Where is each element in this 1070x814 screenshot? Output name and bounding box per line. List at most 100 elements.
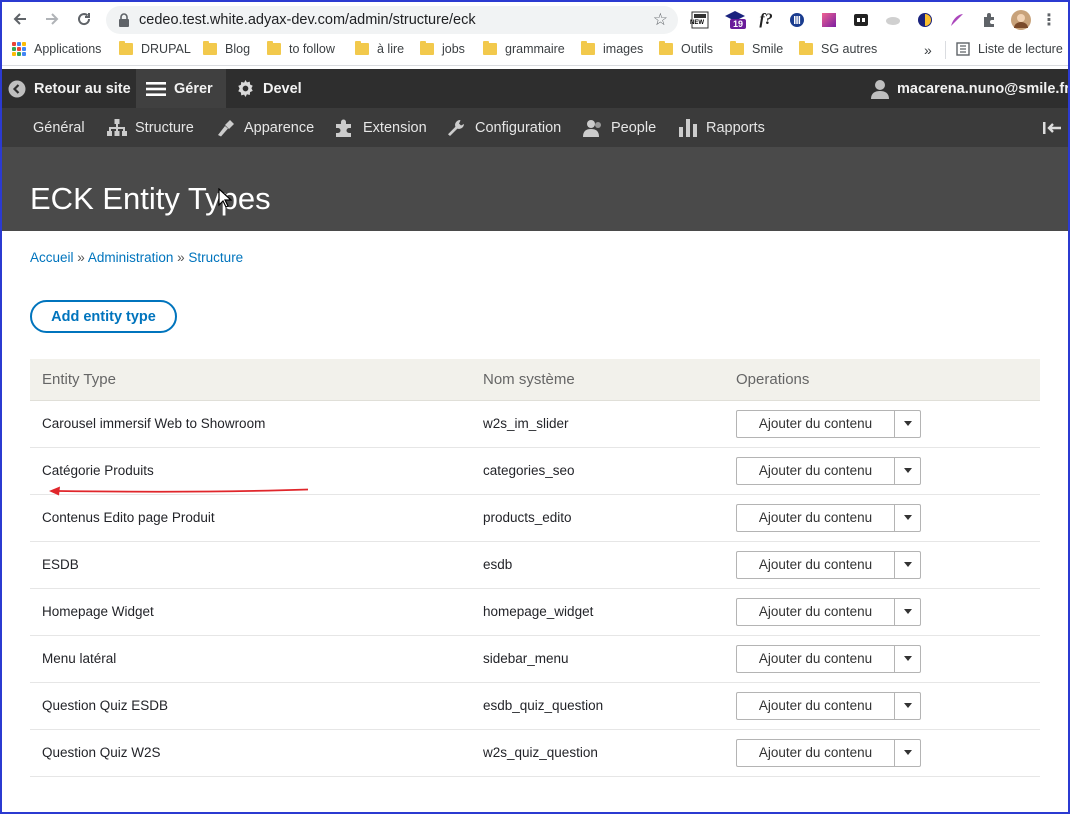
user-account-tab[interactable]: macarena.nuno@smile.fr bbox=[871, 69, 1070, 108]
machine-name: w2s_im_slider bbox=[471, 400, 724, 448]
add-entity-type-button[interactable]: Add entity type bbox=[30, 300, 177, 333]
user-label: macarena.nuno@smile.fr bbox=[897, 80, 1070, 97]
tray-item-reports[interactable]: Rapports bbox=[678, 108, 765, 147]
operations-toggle-button[interactable] bbox=[895, 552, 920, 578]
graduation-cap-icon[interactable]: 19 bbox=[722, 10, 748, 30]
breadcrumb-separator: » bbox=[177, 250, 185, 265]
caret-down-icon bbox=[903, 421, 912, 426]
operations-toggle-button[interactable] bbox=[895, 458, 920, 484]
admin-toolbar: Retour au site Gérer Devel macarena.nuno… bbox=[2, 69, 1070, 108]
wrench-icon bbox=[447, 119, 467, 137]
caret-down-icon bbox=[903, 468, 912, 473]
cloud-extension-icon[interactable] bbox=[884, 10, 902, 30]
folder-icon bbox=[799, 41, 813, 55]
bookmark-images[interactable]: images bbox=[581, 41, 643, 56]
tray-item-extension[interactable]: Extension bbox=[335, 108, 427, 147]
circle-extension-icon[interactable] bbox=[788, 10, 806, 30]
bookmark-to-follow[interactable]: to follow bbox=[267, 41, 335, 56]
bookmark-applications[interactable]: Applications bbox=[12, 42, 101, 56]
feather-extension-icon[interactable] bbox=[948, 10, 966, 30]
bookmark-smile[interactable]: Smile bbox=[730, 41, 784, 56]
folder-icon bbox=[355, 41, 369, 55]
manage-tab[interactable]: Gérer bbox=[136, 69, 226, 108]
collapse-tray-button[interactable] bbox=[1042, 108, 1062, 147]
tray-item-structure[interactable]: Structure bbox=[107, 108, 194, 147]
devel-tab[interactable]: Devel bbox=[236, 69, 302, 108]
tray-item-configuration[interactable]: Configuration bbox=[447, 108, 561, 147]
back-arrow-icon[interactable] bbox=[6, 5, 34, 33]
operations-toggle-button[interactable] bbox=[895, 411, 920, 437]
operations-toggle-button[interactable] bbox=[895, 646, 920, 672]
bookmark-a-lire[interactable]: à lire bbox=[355, 41, 404, 56]
bookmark-star-icon[interactable]: ☆ bbox=[653, 10, 668, 30]
breadcrumb-home[interactable]: Accueil bbox=[30, 250, 74, 265]
breadcrumb-separator: » bbox=[77, 250, 85, 265]
operations-toggle-button[interactable] bbox=[895, 740, 920, 766]
dashboard-extension-icon[interactable] bbox=[852, 10, 870, 30]
add-content-button[interactable]: Ajouter du contenu bbox=[737, 645, 895, 672]
tray-item-general[interactable]: Général bbox=[33, 108, 85, 147]
caret-down-icon bbox=[903, 609, 912, 614]
breadcrumb-administration[interactable]: Administration bbox=[88, 250, 174, 265]
bookmarks-overflow-button[interactable]: » bbox=[924, 42, 932, 58]
column-header-machine-name: Nom système bbox=[471, 359, 724, 401]
bookmark-grammaire[interactable]: grammaire bbox=[483, 41, 565, 56]
back-to-site-link[interactable]: Retour au site bbox=[8, 69, 131, 108]
shield-extension-icon[interactable] bbox=[916, 10, 934, 30]
address-bar[interactable]: cedeo.test.white.adyax-dev.com/admin/str… bbox=[106, 6, 678, 34]
browser-menu-icon[interactable]: ⋮ bbox=[1041, 10, 1057, 30]
entity-type-label: Carousel immersif Web to Showroom bbox=[30, 400, 471, 448]
puzzle-extensions-icon[interactable] bbox=[980, 10, 998, 30]
tray-item-appearance[interactable]: Apparence bbox=[216, 108, 314, 147]
bookmark-drupal[interactable]: DRUPAL bbox=[119, 41, 191, 56]
bookmark-outils[interactable]: Outils bbox=[659, 41, 713, 56]
reload-icon[interactable] bbox=[70, 5, 98, 33]
add-content-button[interactable]: Ajouter du contenu bbox=[737, 410, 895, 437]
bookmark-label: Smile bbox=[752, 42, 784, 56]
news-extension-icon[interactable]: NEW bbox=[690, 10, 710, 30]
machine-name: products_edito bbox=[471, 494, 724, 542]
browser-toolbar: cedeo.test.white.adyax-dev.com/admin/str… bbox=[2, 2, 1068, 36]
table-row: Carousel immersif Web to Showroom w2s_im_… bbox=[30, 400, 1040, 448]
collapse-arrow-icon bbox=[1042, 120, 1062, 136]
bookmark-jobs[interactable]: jobs bbox=[420, 41, 465, 56]
operations-cell: Ajouter du contenu bbox=[724, 400, 1040, 448]
folder-icon bbox=[420, 41, 434, 55]
forward-arrow-icon[interactable] bbox=[38, 5, 66, 33]
operations-toggle-button[interactable] bbox=[895, 505, 920, 531]
add-content-button[interactable]: Ajouter du contenu bbox=[737, 457, 895, 484]
font-finder-icon[interactable]: f? bbox=[756, 10, 776, 30]
overflow-label: » bbox=[924, 42, 932, 58]
add-content-button[interactable]: Ajouter du contenu bbox=[737, 739, 895, 766]
bookmark-sg-autres[interactable]: SG autres bbox=[799, 41, 877, 56]
bookmark-label: DRUPAL bbox=[141, 42, 191, 56]
caret-down-icon bbox=[903, 750, 912, 755]
tray-item-label: People bbox=[611, 119, 657, 136]
table-row: ESDB esdb Ajouter du contenu bbox=[30, 541, 1040, 589]
mouse-cursor-icon bbox=[218, 187, 233, 213]
operations-toggle-button[interactable] bbox=[895, 693, 920, 719]
tray-item-people[interactable]: People bbox=[583, 108, 656, 147]
breadcrumb-structure[interactable]: Structure bbox=[188, 250, 243, 265]
user-avatar-icon[interactable] bbox=[1010, 10, 1032, 30]
back-circle-icon bbox=[8, 80, 26, 98]
bookmark-blog[interactable]: Blog bbox=[203, 41, 250, 56]
tray-item-label: Apparence bbox=[244, 119, 315, 136]
operations-cell: Ajouter du contenu bbox=[724, 682, 1040, 730]
tray-item-label: Extension bbox=[363, 119, 427, 136]
caret-down-icon bbox=[903, 703, 912, 708]
add-content-button[interactable]: Ajouter du contenu bbox=[737, 692, 895, 719]
reading-list-button[interactable]: Liste de lecture bbox=[956, 42, 1063, 56]
add-content-button[interactable]: Ajouter du contenu bbox=[737, 598, 895, 625]
add-content-button[interactable]: Ajouter du contenu bbox=[737, 551, 895, 578]
add-content-button[interactable]: Ajouter du contenu bbox=[737, 504, 895, 531]
operations-dropbutton: Ajouter du contenu bbox=[736, 691, 921, 720]
operations-toggle-button[interactable] bbox=[895, 599, 920, 625]
gradient-extension-icon[interactable] bbox=[820, 10, 838, 30]
caret-down-icon bbox=[903, 515, 912, 520]
table-row: Menu latéral sidebar_menu Ajouter du conte… bbox=[30, 635, 1040, 683]
operations-dropbutton: Ajouter du contenu bbox=[736, 456, 921, 485]
machine-name: categories_seo bbox=[471, 447, 724, 495]
operations-cell: Ajouter du contenu bbox=[724, 447, 1040, 495]
entity-type-label: Question Quiz ESDB bbox=[30, 682, 471, 730]
